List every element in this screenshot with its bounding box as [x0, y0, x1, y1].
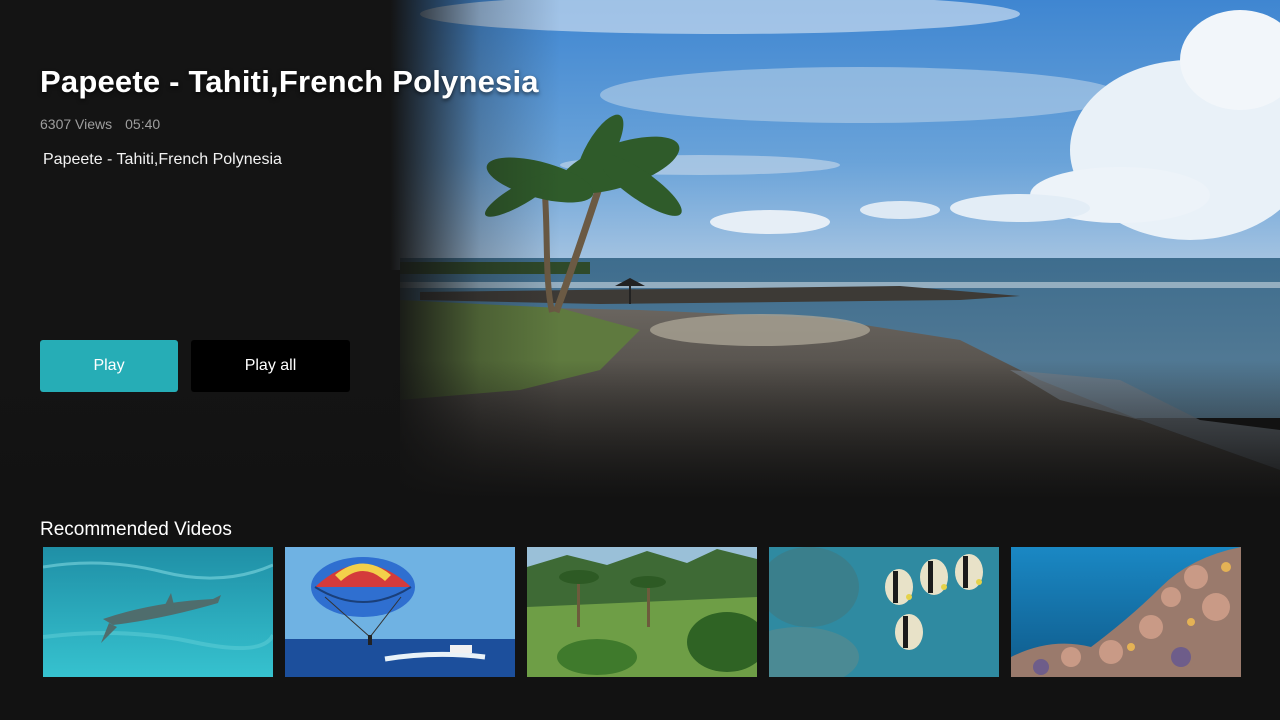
shark-thumbnail-image [43, 547, 273, 677]
recommended-video-card-coral-reef[interactable] [1011, 547, 1241, 677]
recommended-video-card-parasailing[interactable] [285, 547, 515, 677]
video-meta: 6307 Views 05:40 [40, 116, 160, 132]
recommended-video-card-butterflyfish[interactable] [769, 547, 999, 677]
recommended-video-card-shark[interactable] [43, 547, 273, 677]
butterflyfish-thumbnail-image [769, 547, 999, 677]
view-count: 6307 Views [40, 116, 113, 132]
recommended-videos-heading: Recommended Videos [40, 519, 232, 540]
play-all-button[interactable]: Play all [191, 340, 350, 392]
tropical-valley-thumbnail-image [527, 547, 757, 677]
video-description: Papeete - Tahiti,French Polynesia [43, 151, 282, 168]
recommended-videos-row [43, 547, 1241, 677]
video-details-screen: Papeete - Tahiti,French Polynesia 6307 V… [0, 0, 1280, 720]
play-button[interactable]: Play [40, 340, 178, 392]
recommended-video-card-tropical-valley[interactable] [527, 547, 757, 677]
parasailing-thumbnail-image [285, 547, 515, 677]
video-title: Papeete - Tahiti,French Polynesia [40, 64, 539, 99]
coral-reef-thumbnail-image [1011, 547, 1241, 677]
video-duration: 05:40 [125, 116, 161, 132]
